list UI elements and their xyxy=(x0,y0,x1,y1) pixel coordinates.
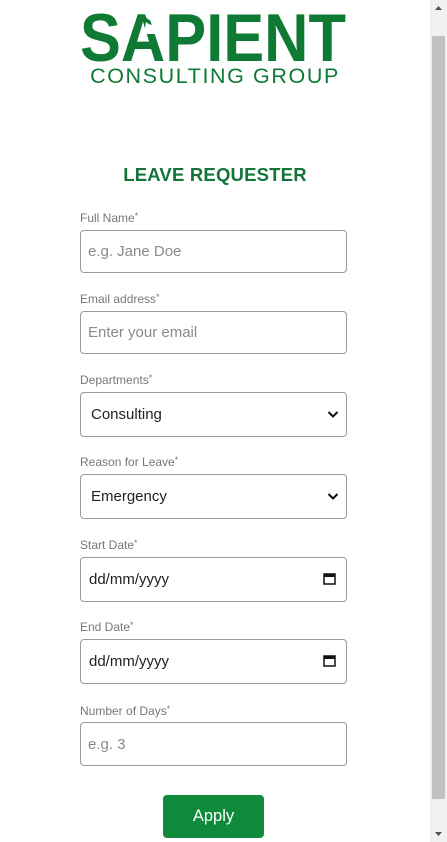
vertical-scrollbar[interactable] xyxy=(430,0,447,842)
form-title: LEAVE REQUESTER xyxy=(123,164,307,185)
full-name-label: Full Name* xyxy=(80,211,139,225)
department-select[interactable]: Consulting xyxy=(80,392,347,437)
logo-subtitle: CONSULTING GROUP xyxy=(90,64,340,88)
email-label: Email address* xyxy=(80,292,160,306)
leave-request-page: SAPIENT CONSULTING GROUP LEAVE REQUESTER… xyxy=(0,0,430,842)
scroll-down-icon[interactable] xyxy=(430,825,447,842)
reason-select[interactable]: Emergency xyxy=(80,474,347,519)
sapient-logo: SAPIENT CONSULTING GROUP xyxy=(80,0,350,92)
start-date-input[interactable]: dd/mm/yyyy xyxy=(80,557,347,602)
end-date-input[interactable]: dd/mm/yyyy xyxy=(80,639,347,684)
chevron-down-icon xyxy=(327,411,339,418)
reason-label: Reason for Leave* xyxy=(80,455,179,469)
calendar-icon[interactable] xyxy=(323,572,336,585)
days-label: Number of Days* xyxy=(80,704,171,718)
days-field[interactable] xyxy=(80,722,347,766)
calendar-icon[interactable] xyxy=(323,654,336,667)
email-input[interactable] xyxy=(81,312,346,353)
start-date-label: Start Date* xyxy=(80,538,138,552)
reason-selected-value: Emergency xyxy=(91,488,167,505)
apply-button[interactable]: Apply xyxy=(163,795,264,838)
end-date-label: End Date* xyxy=(80,620,134,634)
scrollbar-thumb[interactable] xyxy=(432,36,445,799)
logo-wordmark: SAPIENT xyxy=(80,0,346,64)
start-date-value: dd/mm/yyyy xyxy=(89,571,170,588)
department-selected-value: Consulting xyxy=(91,406,162,423)
end-date-value: dd/mm/yyyy xyxy=(89,653,170,670)
logo-brand-text: SAPIENT xyxy=(80,0,346,64)
department-label: Departments* xyxy=(80,373,153,387)
logo-person-icon xyxy=(145,5,161,21)
days-input[interactable] xyxy=(81,723,346,765)
full-name-input[interactable] xyxy=(81,231,346,272)
email-field[interactable] xyxy=(80,311,347,354)
full-name-field[interactable] xyxy=(80,230,347,273)
scroll-up-icon[interactable] xyxy=(430,0,447,17)
chevron-down-icon xyxy=(327,493,339,500)
